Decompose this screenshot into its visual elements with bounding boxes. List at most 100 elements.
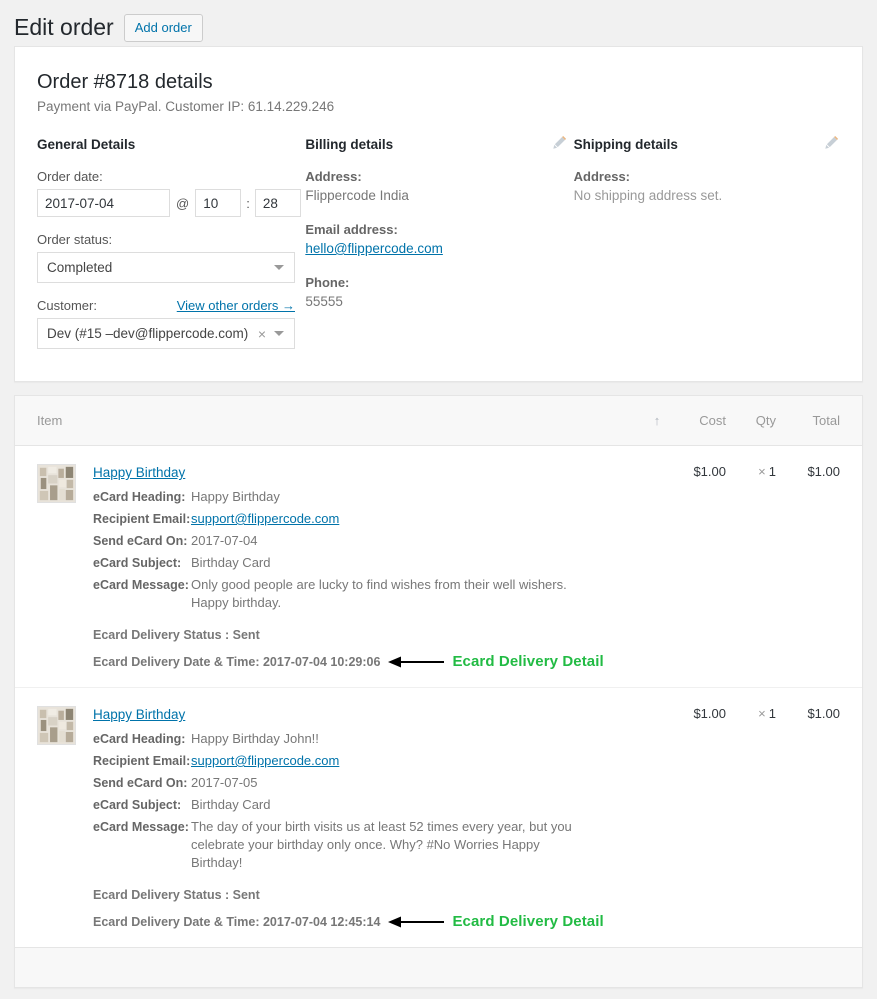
order-hour-input[interactable] (195, 189, 242, 217)
sort-ascending-icon[interactable]: ↑ (640, 413, 674, 428)
ecard-delivery-status: Ecard Delivery Status : Sent (93, 888, 260, 902)
item-meta-value: Birthday Card (191, 554, 270, 572)
edit-order-page: Edit order Add order Order #8718 details… (0, 0, 877, 999)
item-meta-value: 2017-07-04 (191, 532, 258, 550)
item-meta-value: Happy Birthday John!! (191, 730, 319, 748)
edit-billing-pencil-icon[interactable] (552, 136, 566, 150)
item-meta-link[interactable]: support@flippercode.com (191, 511, 339, 526)
billing-details-column: Billing details Address: Flippercode Ind… (305, 136, 573, 363)
items-table-body: Happy Birthday eCard Heading: Happy Birt… (15, 446, 862, 947)
item-meta-key: Recipient Email: (93, 754, 191, 768)
order-date-label: Order date: (37, 169, 103, 184)
item-meta: eCard Message: Only good people are luck… (93, 576, 640, 612)
customer-label: Customer: (37, 298, 97, 313)
order-items-panel: Item ↑ Cost Qty Total Happy Birthday eCa… (14, 395, 863, 988)
item-total: $1.00 (807, 464, 840, 479)
item-qty: × 1 (726, 706, 776, 931)
annotation-label: Ecard Delivery Detail (452, 913, 604, 930)
item-meta-key: Recipient Email: (93, 512, 191, 526)
shipping-address-value: No shipping address set. (573, 188, 723, 203)
item-meta-text: The day of your birth visits us at least… (191, 819, 572, 870)
left-arrow-icon (388, 656, 445, 668)
view-other-orders-link[interactable]: View other orders → (177, 298, 295, 313)
item-meta: Send eCard On: 2017-07-04 (93, 532, 640, 550)
item-meta-value: The day of your birth visits us at least… (191, 818, 591, 872)
items-panel-footer (15, 947, 862, 987)
item-meta-link[interactable]: support@flippercode.com (191, 753, 339, 768)
item-meta-key: eCard Subject: (93, 556, 182, 570)
shipping-details-column: Shipping details Address: No shipping ad… (574, 136, 840, 363)
product-name-link[interactable]: Happy Birthday (93, 706, 185, 723)
item-meta-value: Birthday Card (191, 796, 270, 814)
item-meta-value: support@flippercode.com (191, 752, 339, 770)
item-meta-text: Birthday Card (191, 555, 271, 570)
item-meta: eCard Subject: Birthday Card (93, 796, 640, 814)
sort-column-spacer (640, 706, 674, 931)
item-total: $1.00 (807, 706, 840, 721)
order-title: Order #8718 details (37, 71, 213, 93)
item-cost: $1.00 (693, 464, 726, 479)
item-meta-key: eCard Message: (93, 820, 189, 834)
page-title: Edit order (14, 14, 114, 40)
item-meta-key: eCard Heading: (93, 490, 186, 504)
sort-column-spacer (640, 464, 674, 671)
item-meta-text: 2017-07-05 (191, 775, 258, 790)
customer-select[interactable]: Dev (#15 –dev@flippercode.com) × (37, 318, 295, 349)
add-order-button[interactable]: Add order (123, 13, 203, 42)
item-meta-key: eCard Message: (93, 578, 189, 592)
ecard-delivery-datetime-row: Ecard Delivery Date & Time: 2017-07-04 1… (93, 653, 640, 671)
item-meta-key: Send eCard On: (93, 776, 188, 790)
annotation: Ecard Delivery Detail (388, 653, 604, 671)
item-meta: eCard Heading: Happy Birthday John!! (93, 730, 640, 748)
item-meta-value: support@flippercode.com (191, 510, 339, 528)
item-meta: Recipient Email: support@flippercode.com (93, 510, 640, 528)
ecard-delivery-datetime: Ecard Delivery Date & Time: 2017-07-04 1… (93, 915, 381, 929)
item-meta-text: Happy Birthday (191, 489, 280, 504)
annotation: Ecard Delivery Detail (388, 913, 604, 931)
billing-email-label: Email address: (305, 222, 398, 237)
item-meta-text: Birthday Card (191, 797, 271, 812)
ecard-delivery-datetime-row: Ecard Delivery Date & Time: 2017-07-04 1… (93, 913, 640, 931)
table-row: Happy Birthday eCard Heading: Happy Birt… (15, 446, 862, 688)
order-detail-columns: General Details Order date: @ : Order st… (37, 136, 840, 363)
items-table-header: Item ↑ Cost Qty Total (15, 396, 862, 446)
order-status-select[interactable]: Completed (37, 252, 295, 283)
column-header-total: Total (812, 413, 840, 428)
order-date-input[interactable] (37, 189, 170, 217)
item-qty: × 1 (726, 464, 776, 671)
shipping-address-label: Address: (573, 169, 631, 184)
item-meta-key: eCard Subject: (93, 798, 182, 812)
item-qty-value: 1 (768, 706, 776, 721)
item-meta-key: Send eCard On: (93, 534, 188, 548)
item-meta: eCard Subject: Birthday Card (93, 554, 640, 572)
product-name-link[interactable]: Happy Birthday (93, 464, 185, 481)
billing-email-link[interactable]: hello@flippercode.com (305, 241, 443, 256)
shipping-details-heading: Shipping details (573, 137, 678, 152)
general-details-heading: General Details (37, 137, 136, 152)
left-arrow-icon (388, 916, 445, 928)
item-meta-value: Only good people are lucky to find wishe… (191, 576, 591, 612)
order-status-value: Completed (47, 260, 113, 275)
item-details: Happy Birthday eCard Heading: Happy Birt… (93, 706, 640, 931)
multiply-symbol: × (758, 706, 766, 721)
item-details: Happy Birthday eCard Heading: Happy Birt… (93, 464, 640, 671)
billing-address-label: Address: (305, 169, 362, 184)
billing-phone-value: 55555 (305, 294, 343, 309)
order-status-label: Order status: (37, 232, 113, 247)
item-meta-value: 2017-07-05 (191, 774, 258, 792)
chevron-down-icon (274, 331, 284, 336)
time-colon: : (246, 195, 250, 211)
edit-shipping-pencil-icon[interactable] (824, 136, 839, 150)
customer-row: Customer: View other orders → (37, 297, 295, 314)
product-thumbnail (37, 706, 76, 745)
billing-phone-label: Phone: (305, 275, 350, 290)
multiply-symbol: × (758, 464, 766, 479)
order-subtitle: Payment via PayPal. Customer IP: 61.14.2… (37, 99, 335, 114)
item-meta: Send eCard On: 2017-07-05 (93, 774, 640, 792)
column-header-cost: Cost (699, 413, 726, 428)
close-icon[interactable]: × (258, 327, 266, 341)
billing-details-heading: Billing details (305, 137, 394, 152)
order-details-panel: Order #8718 details Payment via PayPal. … (14, 46, 863, 382)
order-minute-input[interactable] (254, 189, 301, 217)
item-meta-key: eCard Heading: (93, 732, 186, 746)
